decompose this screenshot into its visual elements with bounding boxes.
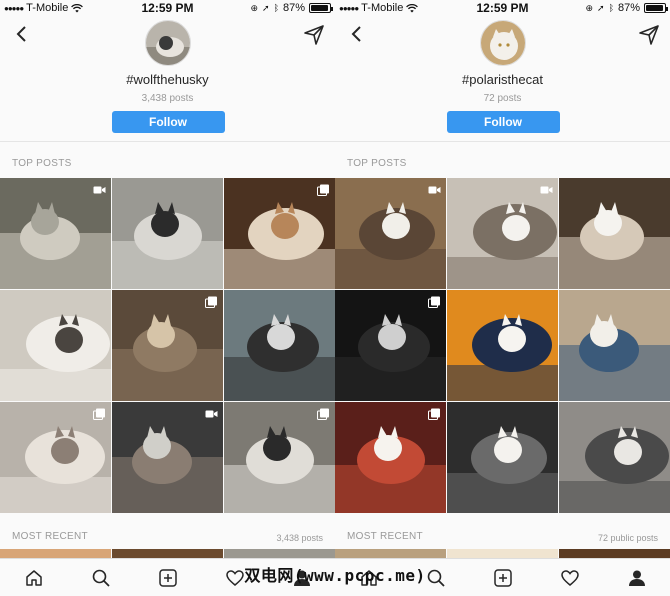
battery-percent: 87% [282,2,305,14]
home-icon [25,569,42,586]
add-post-icon [493,568,512,587]
bluetooth-icon: ᛒ [608,3,614,13]
tab-profile[interactable] [625,566,649,590]
tab-bar [335,558,670,596]
send-icon[interactable] [303,24,325,46]
home-icon [360,569,377,586]
multiple-icon [428,407,441,420]
tab-activity[interactable] [223,566,247,590]
top-posts-heading: TOP POSTS [347,158,407,169]
video-icon [205,407,218,419]
post-thumbnail [0,290,111,401]
search-icon [427,569,445,587]
multiple-icon [317,407,330,420]
recent-posts-count: 72 public posts [597,533,658,543]
multiple-icon [205,295,218,308]
battery-icon [644,3,668,13]
post-tile[interactable] [559,290,670,401]
profile-icon [293,570,310,586]
post-tile[interactable] [559,402,670,513]
add-post-icon [158,568,177,587]
video-icon [93,183,106,195]
post-thumbnail [559,402,670,513]
tab-bar [0,558,335,596]
post-tile[interactable] [0,178,111,289]
battery-icon [309,3,333,13]
follow-button[interactable]: Follow [446,111,560,133]
post-tile[interactable] [0,402,111,513]
follow-button[interactable]: Follow [111,111,225,133]
post-tile[interactable] [335,290,446,401]
post-thumbnail [559,178,670,289]
back-icon[interactable] [347,24,367,44]
post-tile[interactable] [224,402,335,513]
back-icon[interactable] [12,24,32,44]
most-recent-heading: MOST RECENT [347,531,423,542]
heart-icon [560,569,579,586]
tab-add[interactable] [491,566,515,590]
tab-home[interactable] [357,566,381,590]
screens-container: ●●●●● T-Mobile 12:59 PM ⊕ ➚ ᛒ 87% #wolft… [0,0,670,596]
profile-icon [628,570,645,586]
video-icon [540,183,553,195]
post-tile[interactable] [112,402,223,513]
video-icon [428,183,441,195]
post-tile[interactable] [0,290,111,401]
status-right: ⊕ ➚ ᛒ 87% [250,2,333,14]
hashtag-title: #polaristhecat [462,72,543,87]
tab-add[interactable] [156,566,180,590]
top-posts-heading: TOP POSTS [12,158,72,169]
hashtag-header: #wolfthehusky 3,438 posts Follow [0,16,335,142]
post-thumbnail [559,290,670,401]
post-thumbnail [224,290,335,401]
multiple-icon [317,183,330,196]
heart-icon [225,569,244,586]
post-tile[interactable] [112,290,223,401]
send-icon[interactable] [638,24,660,46]
post-tile[interactable] [447,178,558,289]
multiple-icon [93,407,106,420]
top-posts-grid [335,178,670,514]
search-icon [92,569,110,587]
rotation-lock-icon: ⊕ [250,2,259,13]
status-bar: ●●●●● T-Mobile 12:59 PM ⊕ ➚ ᛒ 87% [335,0,670,16]
post-tile[interactable] [224,178,335,289]
post-tile[interactable] [559,178,670,289]
post-tile[interactable] [112,178,223,289]
location-icon: ➚ [597,2,605,13]
multiple-icon [428,295,441,308]
post-thumbnail [447,402,558,513]
post-thumbnail [112,178,223,289]
battery-percent: 87% [617,2,640,14]
post-tile[interactable] [447,290,558,401]
rotation-lock-icon: ⊕ [585,2,594,13]
post-tile[interactable] [447,402,558,513]
hashtag-avatar [479,20,526,66]
tab-search[interactable] [424,566,448,590]
tab-profile[interactable] [290,566,314,590]
posts-count: 72 posts [483,93,522,104]
hashtag-screen-left: ●●●●● T-Mobile 12:59 PM ⊕ ➚ ᛒ 87% #wolft… [0,0,335,596]
most-recent-heading: MOST RECENT [12,531,88,542]
bluetooth-icon: ᛒ [273,3,279,13]
top-posts-grid [0,178,335,514]
posts-count: 3,438 posts [141,93,194,104]
status-right: ⊕ ➚ ᛒ 87% [585,2,668,14]
tab-activity[interactable] [558,566,582,590]
hashtag-title: #wolfthehusky [126,72,209,87]
location-icon: ➚ [262,2,270,13]
hashtag-header: #polaristhecat 72 posts Follow [335,16,670,142]
status-bar: ●●●●● T-Mobile 12:59 PM ⊕ ➚ ᛒ 87% [0,0,335,16]
tab-search[interactable] [89,566,113,590]
hashtag-screen-right: ●●●●● T-Mobile 12:59 PM ⊕ ➚ ᛒ 87% #polar… [335,0,670,596]
hashtag-avatar [144,20,191,66]
post-tile[interactable] [335,402,446,513]
tab-home[interactable] [22,566,46,590]
post-tile[interactable] [224,290,335,401]
post-tile[interactable] [335,178,446,289]
post-thumbnail [447,290,558,401]
recent-posts-count: 3,438 posts [276,533,323,543]
